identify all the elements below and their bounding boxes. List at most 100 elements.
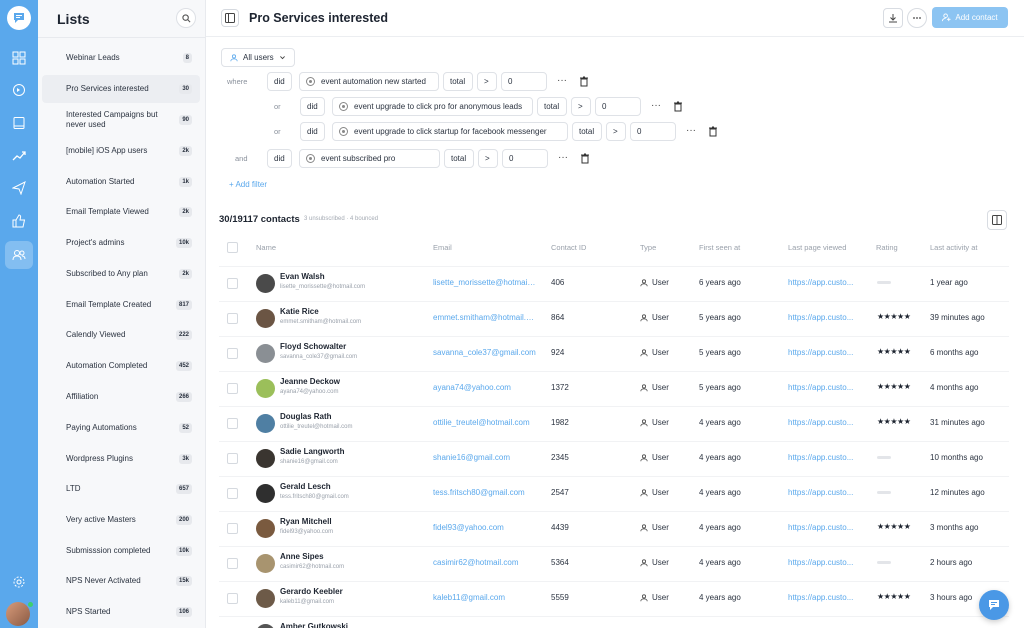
column-header-last-page[interactable]: Last page viewed [788, 243, 846, 252]
filter-op-select[interactable]: did [300, 97, 325, 116]
automation-icon[interactable] [9, 80, 29, 100]
filter-value-input[interactable]: 0 [630, 122, 676, 141]
row-checkbox[interactable] [227, 348, 238, 359]
filter-agg-select[interactable]: total [572, 122, 602, 141]
list-item[interactable]: Wordpress Plugins 3k [42, 445, 200, 473]
contact-name[interactable]: Evan Walsh [280, 272, 325, 281]
filter-cmp-select[interactable]: > [477, 72, 497, 91]
row-checkbox[interactable] [227, 488, 238, 499]
filter-event-select[interactable]: event upgrade to click startup for faceb… [332, 122, 568, 141]
column-header-last-activity[interactable]: Last activity at [930, 243, 978, 252]
filter-event-select[interactable]: event automation new started [299, 72, 439, 91]
contact-email[interactable]: ottilie_treutel@hotmail.com [433, 418, 537, 427]
contact-name[interactable]: Amber Gutkowski [280, 622, 348, 628]
contact-email[interactable]: lisette_morissette@hotmail.com [433, 278, 537, 287]
contact-name[interactable]: Floyd Schowalter [280, 342, 346, 351]
contact-email[interactable]: shanie16@gmail.com [433, 453, 537, 462]
contact-email[interactable]: casimir62@hotmail.com [433, 558, 537, 567]
column-header-type[interactable]: Type [640, 243, 656, 252]
contact-email[interactable]: emmet.smitham@hotmail.com [433, 313, 537, 322]
users-icon[interactable] [5, 241, 33, 269]
list-item[interactable]: LTD 657 [42, 475, 200, 503]
filter-agg-select[interactable]: total [444, 149, 474, 168]
filter-value-input[interactable]: 0 [502, 149, 548, 168]
last-page-link[interactable]: https://app.custo... [788, 593, 860, 602]
list-item[interactable]: Paying Automations 52 [42, 414, 200, 442]
settings-icon[interactable] [9, 572, 29, 592]
audience-select[interactable]: All users [221, 48, 295, 67]
column-header-name[interactable]: Name [256, 243, 276, 252]
filter-event-select[interactable]: event subscribed pro [299, 149, 440, 168]
list-item[interactable]: Submisssion completed 10k [42, 537, 200, 565]
row-checkbox[interactable] [227, 313, 238, 324]
filter-more-icon[interactable]: ··· [651, 100, 661, 111]
contact-name[interactable]: Douglas Rath [280, 412, 332, 421]
list-item[interactable]: Very active Masters 200 [42, 506, 200, 534]
last-page-link[interactable]: https://app.custo... [788, 278, 860, 287]
last-page-link[interactable]: https://app.custo... [788, 348, 860, 357]
filter-agg-select[interactable]: total [443, 72, 473, 91]
list-item[interactable]: Subscribed to Any plan 2k [42, 260, 200, 288]
trash-icon[interactable] [673, 101, 683, 112]
contact-email[interactable]: fidel93@yahoo.com [433, 523, 537, 532]
logo-icon[interactable] [7, 6, 31, 30]
last-page-link[interactable]: https://app.custo... [788, 558, 860, 567]
row-checkbox[interactable] [227, 523, 238, 534]
trash-icon[interactable] [580, 153, 590, 164]
list-item[interactable]: [mobile] iOS App users 2k [42, 137, 200, 165]
filter-value-input[interactable]: 0 [501, 72, 547, 91]
contact-email[interactable]: tess.fritsch80@gmail.com [433, 488, 537, 497]
row-checkbox[interactable] [227, 558, 238, 569]
contact-email[interactable]: ayana74@yahoo.com [433, 383, 537, 392]
filter-more-icon[interactable]: ··· [686, 125, 696, 136]
row-checkbox[interactable] [227, 418, 238, 429]
add-contact-button[interactable]: Add contact [932, 7, 1008, 28]
columns-icon[interactable] [987, 210, 1007, 230]
thumbs-up-icon[interactable] [9, 211, 29, 231]
last-page-link[interactable]: https://app.custo... [788, 383, 860, 392]
book-icon[interactable] [9, 113, 29, 133]
contact-email[interactable]: savanna_cole37@gmail.com [433, 348, 537, 357]
row-checkbox[interactable] [227, 278, 238, 289]
last-page-link[interactable]: https://app.custo... [788, 488, 860, 497]
chat-icon[interactable] [979, 590, 1009, 620]
list-item[interactable]: Email Template Created 817 [42, 291, 200, 319]
trash-icon[interactable] [708, 126, 718, 137]
row-checkbox[interactable] [227, 383, 238, 394]
contact-name[interactable]: Katie Rice [280, 307, 319, 316]
trash-icon[interactable] [579, 76, 589, 87]
column-header-rating[interactable]: Rating [876, 243, 898, 252]
last-page-link[interactable]: https://app.custo... [788, 453, 860, 462]
add-filter-link[interactable]: + Add filter [229, 180, 267, 189]
download-icon[interactable] [883, 8, 903, 28]
column-header-first-seen[interactable]: First seen at [699, 243, 740, 252]
filter-more-icon[interactable]: ··· [558, 152, 568, 163]
filter-value-input[interactable]: 0 [595, 97, 641, 116]
select-all-checkbox[interactable] [227, 242, 238, 253]
filter-more-icon[interactable]: ··· [557, 75, 567, 86]
row-checkbox[interactable] [227, 453, 238, 464]
panel-toggle-icon[interactable] [221, 9, 239, 27]
column-header-email[interactable]: Email [433, 243, 452, 252]
send-icon[interactable] [9, 178, 29, 198]
column-header-contact-id[interactable]: Contact ID [551, 243, 586, 252]
list-item[interactable]: Automation Started 1k [42, 168, 200, 196]
list-item[interactable]: Webinar Leads 8 [42, 44, 200, 72]
contact-email[interactable]: kaleb11@gmail.com [433, 593, 537, 602]
filter-cmp-select[interactable]: > [478, 149, 498, 168]
list-item[interactable]: NPS Started 106 [42, 598, 200, 626]
filter-op-select[interactable]: did [267, 72, 292, 91]
more-icon[interactable] [907, 8, 927, 28]
filter-op-select[interactable]: did [267, 149, 292, 168]
contact-name[interactable]: Ryan Mitchell [280, 517, 332, 526]
contact-name[interactable]: Jeanne Deckow [280, 377, 340, 386]
dashboard-icon[interactable] [9, 48, 29, 68]
list-item[interactable]: Pro Services interested 30 [42, 75, 200, 103]
list-item[interactable]: Affiliation 266 [42, 383, 200, 411]
contact-name[interactable]: Sadie Langworth [280, 447, 344, 456]
contact-name[interactable]: Gerardo Keebler [280, 587, 343, 596]
filter-cmp-select[interactable]: > [606, 122, 626, 141]
filter-op-select[interactable]: did [300, 122, 325, 141]
filter-cmp-select[interactable]: > [571, 97, 591, 116]
list-item[interactable]: Project's admins 10k [42, 229, 200, 257]
